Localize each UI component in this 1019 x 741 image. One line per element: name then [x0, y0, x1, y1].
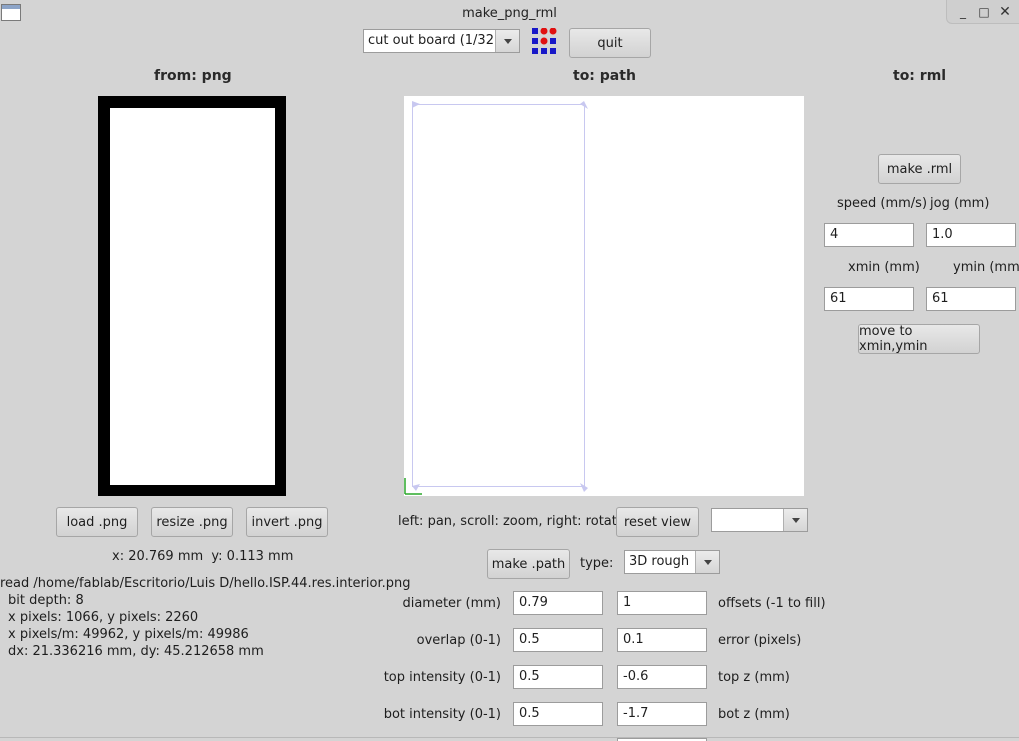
to-path-heading: to: path: [573, 68, 636, 84]
diameter-label: diameter (mm): [402, 596, 501, 611]
png-dims: dx: 21.336216 mm, dy: 45.212658 mm: [8, 644, 264, 659]
overlap-input[interactable]: 0.5: [513, 628, 603, 652]
load-png-button[interactable]: load .png: [56, 507, 138, 537]
bot-z-label: bot z (mm): [718, 707, 790, 722]
overlap-label: overlap (0-1): [416, 633, 501, 648]
path-outline-drawing: [404, 101, 588, 495]
from-png-heading: from: png: [154, 68, 232, 84]
bot-intensity-label: bot intensity (0-1): [383, 707, 501, 722]
chevron-down-icon[interactable]: [495, 30, 519, 52]
ymin-input[interactable]: 61: [926, 287, 1016, 311]
fab-logo-dots-icon: [532, 28, 557, 54]
xmin-label: xmin (mm): [848, 260, 920, 275]
make-path-button[interactable]: make .path: [487, 549, 570, 579]
xmin-input[interactable]: 61: [824, 287, 914, 311]
offsets-input[interactable]: 1: [617, 591, 707, 615]
ymin-label: ymin (mm): [953, 260, 1019, 275]
window-controls: _ □ ✕: [946, 0, 1019, 24]
type-label: type:: [580, 556, 614, 571]
png-read-path: read /home/fablab/Escritorio/Luis D/hell…: [0, 576, 411, 591]
cursor-coords: x: 20.769 mm y: 0.113 mm: [112, 549, 294, 564]
top-z-input[interactable]: -0.6: [617, 665, 707, 689]
png-preview[interactable]: [98, 96, 286, 496]
path-type-value: 3D rough: [629, 554, 690, 569]
chevron-down-icon[interactable]: [783, 509, 807, 531]
bottom-divider: [0, 737, 1019, 738]
maximize-icon[interactable]: □: [976, 4, 992, 20]
bot-z-input[interactable]: -1.7: [617, 702, 707, 726]
close-icon[interactable]: ✕: [997, 4, 1013, 20]
speed-input[interactable]: 4: [824, 223, 914, 247]
minimize-icon[interactable]: _: [955, 4, 971, 20]
path-type-select[interactable]: 3D rough: [624, 550, 720, 574]
window-title: make_png_rml: [462, 6, 557, 21]
png-bit-depth: bit depth: 8: [8, 593, 84, 608]
error-label: error (pixels): [718, 633, 802, 648]
view-select[interactable]: [711, 508, 808, 532]
speed-label: speed (mm/s): [837, 196, 928, 211]
process-select-value: cut out board (1/32): [368, 33, 500, 48]
view-hint: left: pan, scroll: zoom, right: rotate: [398, 514, 625, 529]
chevron-down-icon[interactable]: [695, 551, 719, 573]
top-intensity-label: top intensity (0-1): [383, 670, 501, 685]
path-canvas[interactable]: [404, 96, 804, 496]
top-intensity-input[interactable]: 0.5: [513, 665, 603, 689]
jog-label: jog (mm): [930, 196, 990, 211]
to-rml-heading: to: rml: [893, 68, 947, 84]
diameter-input[interactable]: 0.79: [513, 591, 603, 615]
png-preview-image: [110, 108, 275, 485]
move-to-xmin-ymin-button[interactable]: move to xmin,ymin: [858, 324, 980, 354]
jog-input[interactable]: 1.0: [926, 223, 1016, 247]
invert-png-button[interactable]: invert .png: [246, 507, 328, 537]
make-rml-button[interactable]: make .rml: [878, 154, 961, 184]
bot-intensity-input[interactable]: 0.5: [513, 702, 603, 726]
top-z-label: top z (mm): [718, 670, 790, 685]
title-bar: make_png_rml _ □ ✕: [0, 0, 1019, 26]
reset-view-button[interactable]: reset view: [616, 507, 699, 537]
error-input[interactable]: 0.1: [617, 628, 707, 652]
process-select[interactable]: cut out board (1/32): [363, 29, 520, 53]
quit-button[interactable]: quit: [569, 28, 651, 58]
png-pixels: x pixels: 1066, y pixels: 2260: [8, 610, 199, 625]
offsets-label: offsets (-1 to fill): [718, 596, 826, 611]
resize-png-button[interactable]: resize .png: [151, 507, 233, 537]
png-pixels-per-m: x pixels/m: 49962, y pixels/m: 49986: [8, 627, 249, 642]
